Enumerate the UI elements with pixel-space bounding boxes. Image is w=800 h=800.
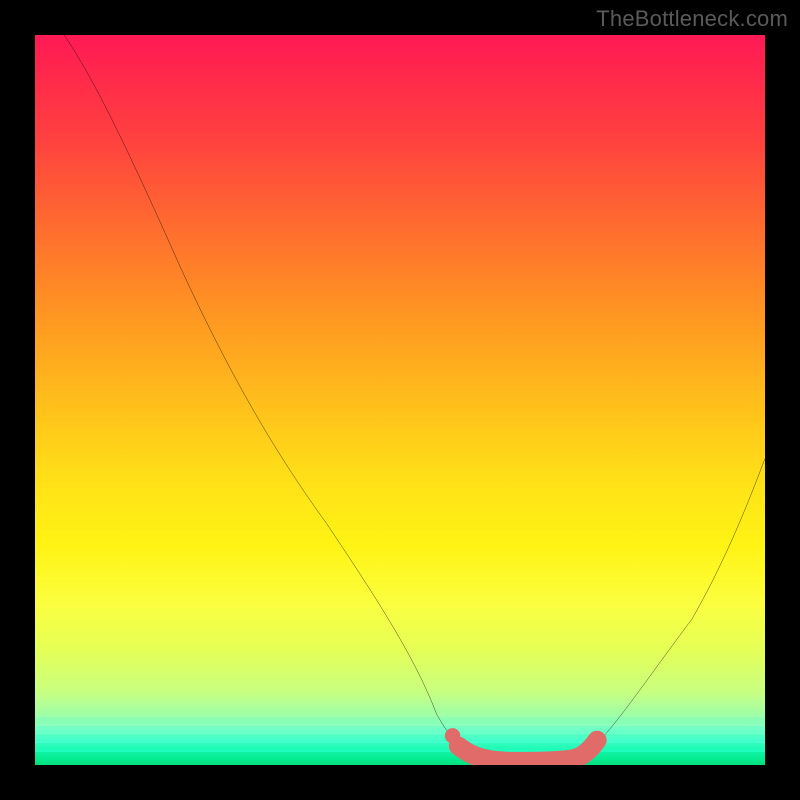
curve-svg <box>35 35 765 765</box>
highlight-dot <box>445 728 460 743</box>
chart-container: TheBottleneck.com <box>0 0 800 800</box>
highlight-path <box>458 740 597 761</box>
bottleneck-curve-path <box>64 35 765 762</box>
plot-area <box>35 35 765 765</box>
watermark-text: TheBottleneck.com <box>596 6 788 32</box>
